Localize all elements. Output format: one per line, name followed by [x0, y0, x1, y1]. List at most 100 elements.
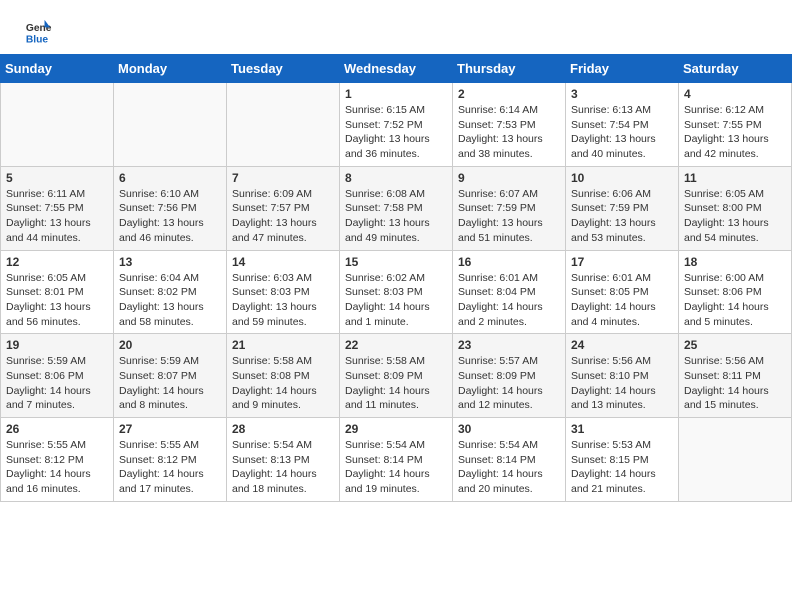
cell-content: Sunrise: 6:12 AMSunset: 7:55 PMDaylight:… [684, 103, 786, 162]
calendar-cell: 18Sunrise: 6:00 AMSunset: 8:06 PMDayligh… [679, 250, 792, 334]
day-number: 14 [232, 255, 334, 269]
weekday-header-tuesday: Tuesday [227, 55, 340, 83]
calendar-week-1: 1 Sunrise: 6:15 AMSunset: 7:52 PMDaylight… [1, 83, 792, 167]
cell-content: Sunrise: 5:58 AMSunset: 8:09 PMDaylight:… [345, 354, 447, 413]
day-number: 22 [345, 338, 447, 352]
cell-content: Sunrise: 6:02 AMSunset: 8:03 PMDaylight:… [345, 271, 447, 330]
day-number: 31 [571, 422, 673, 436]
day-number: 24 [571, 338, 673, 352]
day-number: 19 [6, 338, 108, 352]
day-number: 1 [345, 87, 447, 101]
cell-content: Sunrise: 5:54 AMSunset: 8:14 PMDaylight:… [458, 438, 560, 497]
calendar-cell: 23Sunrise: 5:57 AMSunset: 8:09 PMDayligh… [453, 334, 566, 418]
weekday-header-wednesday: Wednesday [340, 55, 453, 83]
calendar-cell: 27Sunrise: 5:55 AMSunset: 8:12 PMDayligh… [114, 418, 227, 502]
day-number: 7 [232, 171, 334, 185]
calendar-cell: 19 Sunrise: 5:59 AMSunset: 8:06 PMDayligh… [1, 334, 114, 418]
calendar-cell [679, 418, 792, 502]
calendar-cell: 10 Sunrise: 6:06 AMSunset: 7:59 PMDayligh… [566, 166, 679, 250]
calendar-cell: 25Sunrise: 5:56 AMSunset: 8:11 PMDayligh… [679, 334, 792, 418]
svg-text:Blue: Blue [26, 34, 49, 45]
day-number: 26 [6, 422, 108, 436]
day-number: 4 [684, 87, 786, 101]
calendar-week-3: 12 Sunrise: 6:05 AMSunset: 8:01 PMDayligh… [1, 250, 792, 334]
cell-content: Sunrise: 6:14 AMSunset: 7:53 PMDaylight:… [458, 103, 560, 162]
day-number: 11 [684, 171, 786, 185]
day-number: 13 [119, 255, 221, 269]
calendar-week-5: 26 Sunrise: 5:55 AMSunset: 8:12 PMDayligh… [1, 418, 792, 502]
day-number: 2 [458, 87, 560, 101]
calendar-cell: 9Sunrise: 6:07 AMSunset: 7:59 PMDaylight… [453, 166, 566, 250]
day-number: 20 [119, 338, 221, 352]
cell-content: Sunrise: 6:11 AMSunset: 7:55 PMDaylight:… [6, 187, 108, 246]
day-number: 30 [458, 422, 560, 436]
weekday-header-sunday: Sunday [1, 55, 114, 83]
weekday-header-friday: Friday [566, 55, 679, 83]
logo: General Blue [24, 18, 52, 46]
cell-content: Sunrise: 5:53 AMSunset: 8:15 PMDaylight:… [571, 438, 673, 497]
calendar-cell: 7 Sunrise: 6:09 AMSunset: 7:57 PMDaylight… [227, 166, 340, 250]
cell-content: Sunrise: 5:59 AMSunset: 8:07 PMDaylight:… [119, 354, 221, 413]
day-number: 18 [684, 255, 786, 269]
calendar-cell: 11 Sunrise: 6:05 AMSunset: 8:00 PMDayligh… [679, 166, 792, 250]
day-number: 25 [684, 338, 786, 352]
day-number: 10 [571, 171, 673, 185]
cell-content: Sunrise: 5:56 AMSunset: 8:10 PMDaylight:… [571, 354, 673, 413]
calendar-cell: 12 Sunrise: 6:05 AMSunset: 8:01 PMDayligh… [1, 250, 114, 334]
calendar-cell: 17 Sunrise: 6:01 AMSunset: 8:05 PMDayligh… [566, 250, 679, 334]
calendar-cell: 14 Sunrise: 6:03 AMSunset: 8:03 PMDayligh… [227, 250, 340, 334]
day-number: 5 [6, 171, 108, 185]
weekday-header-saturday: Saturday [679, 55, 792, 83]
weekday-header-thursday: Thursday [453, 55, 566, 83]
calendar-cell: 16 Sunrise: 6:01 AMSunset: 8:04 PMDayligh… [453, 250, 566, 334]
cell-content: Sunrise: 6:06 AMSunset: 7:59 PMDaylight:… [571, 187, 673, 246]
cell-content: Sunrise: 6:01 AMSunset: 8:05 PMDaylight:… [571, 271, 673, 330]
cell-content: Sunrise: 6:13 AMSunset: 7:54 PMDaylight:… [571, 103, 673, 162]
calendar-cell: 8Sunrise: 6:08 AMSunset: 7:58 PMDaylight… [340, 166, 453, 250]
cell-content: Sunrise: 6:01 AMSunset: 8:04 PMDaylight:… [458, 271, 560, 330]
cell-content: Sunrise: 5:59 AMSunset: 8:06 PMDaylight:… [6, 354, 108, 413]
day-number: 15 [345, 255, 447, 269]
day-number: 12 [6, 255, 108, 269]
calendar-cell: 1 Sunrise: 6:15 AMSunset: 7:52 PMDaylight… [340, 83, 453, 167]
cell-content: Sunrise: 5:55 AMSunset: 8:12 PMDaylight:… [119, 438, 221, 497]
calendar-cell: 3 Sunrise: 6:13 AMSunset: 7:54 PMDaylight… [566, 83, 679, 167]
cell-content: Sunrise: 5:55 AMSunset: 8:12 PMDaylight:… [6, 438, 108, 497]
day-number: 21 [232, 338, 334, 352]
cell-content: Sunrise: 5:57 AMSunset: 8:09 PMDaylight:… [458, 354, 560, 413]
day-number: 3 [571, 87, 673, 101]
calendar-table: SundayMondayTuesdayWednesdayThursdayFrid… [0, 54, 792, 502]
cell-content: Sunrise: 6:09 AMSunset: 7:57 PMDaylight:… [232, 187, 334, 246]
cell-content: Sunrise: 6:07 AMSunset: 7:59 PMDaylight:… [458, 187, 560, 246]
day-number: 29 [345, 422, 447, 436]
calendar-week-4: 19 Sunrise: 5:59 AMSunset: 8:06 PMDayligh… [1, 334, 792, 418]
cell-content: Sunrise: 6:05 AMSunset: 8:00 PMDaylight:… [684, 187, 786, 246]
cell-content: Sunrise: 6:15 AMSunset: 7:52 PMDaylight:… [345, 103, 447, 162]
calendar-cell: 2 Sunrise: 6:14 AMSunset: 7:53 PMDaylight… [453, 83, 566, 167]
calendar-cell: 22 Sunrise: 5:58 AMSunset: 8:09 PMDayligh… [340, 334, 453, 418]
day-number: 17 [571, 255, 673, 269]
cell-content: Sunrise: 5:58 AMSunset: 8:08 PMDaylight:… [232, 354, 334, 413]
weekday-header-row: SundayMondayTuesdayWednesdayThursdayFrid… [1, 55, 792, 83]
calendar-cell: 20 Sunrise: 5:59 AMSunset: 8:07 PMDayligh… [114, 334, 227, 418]
calendar-cell: 4 Sunrise: 6:12 AMSunset: 7:55 PMDaylight… [679, 83, 792, 167]
cell-content: Sunrise: 6:05 AMSunset: 8:01 PMDaylight:… [6, 271, 108, 330]
calendar-cell: 15 Sunrise: 6:02 AMSunset: 8:03 PMDayligh… [340, 250, 453, 334]
calendar-cell: 26 Sunrise: 5:55 AMSunset: 8:12 PMDayligh… [1, 418, 114, 502]
calendar-cell: 21 Sunrise: 5:58 AMSunset: 8:08 PMDayligh… [227, 334, 340, 418]
cell-content: Sunrise: 6:04 AMSunset: 8:02 PMDaylight:… [119, 271, 221, 330]
day-number: 28 [232, 422, 334, 436]
cell-content: Sunrise: 6:10 AMSunset: 7:56 PMDaylight:… [119, 187, 221, 246]
calendar-cell [1, 83, 114, 167]
calendar-cell: 29Sunrise: 5:54 AMSunset: 8:14 PMDayligh… [340, 418, 453, 502]
day-number: 6 [119, 171, 221, 185]
calendar-week-2: 5 Sunrise: 6:11 AMSunset: 7:55 PMDaylight… [1, 166, 792, 250]
calendar-cell: 24 Sunrise: 5:56 AMSunset: 8:10 PMDayligh… [566, 334, 679, 418]
weekday-header-monday: Monday [114, 55, 227, 83]
cell-content: Sunrise: 6:03 AMSunset: 8:03 PMDaylight:… [232, 271, 334, 330]
logo-icon: General Blue [24, 18, 52, 46]
calendar-cell: 31 Sunrise: 5:53 AMSunset: 8:15 PMDayligh… [566, 418, 679, 502]
day-number: 16 [458, 255, 560, 269]
calendar-cell: 30 Sunrise: 5:54 AMSunset: 8:14 PMDayligh… [453, 418, 566, 502]
page-header: General Blue [0, 0, 792, 54]
